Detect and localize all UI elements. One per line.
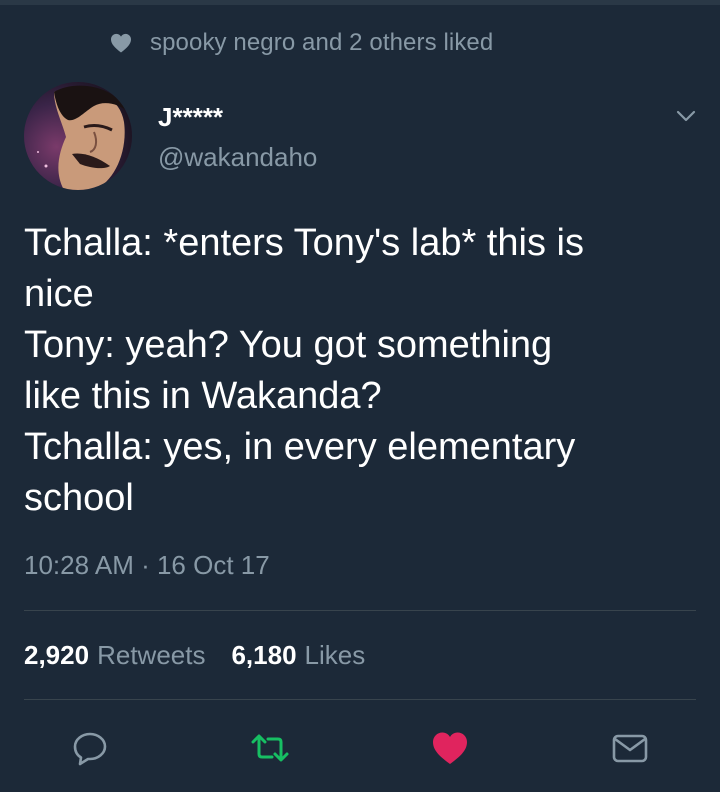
tweet-line: like this in Wakanda? [24, 375, 382, 417]
avatar[interactable] [24, 82, 132, 190]
tweet-line: Tchalla: yes, in every elementary [24, 426, 576, 468]
tweet-line: Tony: yeah? You got something [24, 324, 553, 366]
divider [24, 610, 696, 611]
retweets-label[interactable]: Retweets [97, 640, 205, 671]
tweet-line: school [24, 477, 134, 519]
user-handle[interactable]: @wakandaho [158, 142, 317, 173]
share-button[interactable] [610, 728, 650, 768]
reply-button[interactable] [70, 728, 110, 768]
heart-icon [110, 33, 132, 53]
likes-count[interactable]: 6,180 [231, 640, 296, 671]
divider [24, 699, 696, 700]
chevron-down-icon[interactable] [672, 102, 700, 130]
retweet-button[interactable] [250, 728, 290, 768]
timestamp: 10:28 AM · 16 Oct 17 [24, 550, 270, 580]
retweets-count[interactable]: 2,920 [24, 640, 89, 671]
social-context[interactable]: spooky negro and 2 others liked [110, 28, 493, 58]
reply-icon [70, 728, 110, 768]
tweet-line: nice [24, 273, 94, 315]
tweet-text: Tchalla: *enters Tony's lab* this is nic… [24, 218, 704, 524]
tweet-stats: 2,920 Retweets 6,180 Likes [24, 640, 365, 671]
top-edge-bar [0, 0, 720, 5]
envelope-icon [610, 728, 650, 768]
social-context-text: spooky negro and 2 others liked [150, 29, 494, 56]
tweet-line: Tchalla: *enters Tony's lab* this is [24, 222, 584, 264]
like-button[interactable] [430, 728, 470, 768]
retweet-icon [250, 728, 290, 768]
likes-label[interactable]: Likes [305, 640, 366, 671]
display-name[interactable]: J***** [158, 102, 223, 133]
heart-icon [430, 728, 470, 768]
